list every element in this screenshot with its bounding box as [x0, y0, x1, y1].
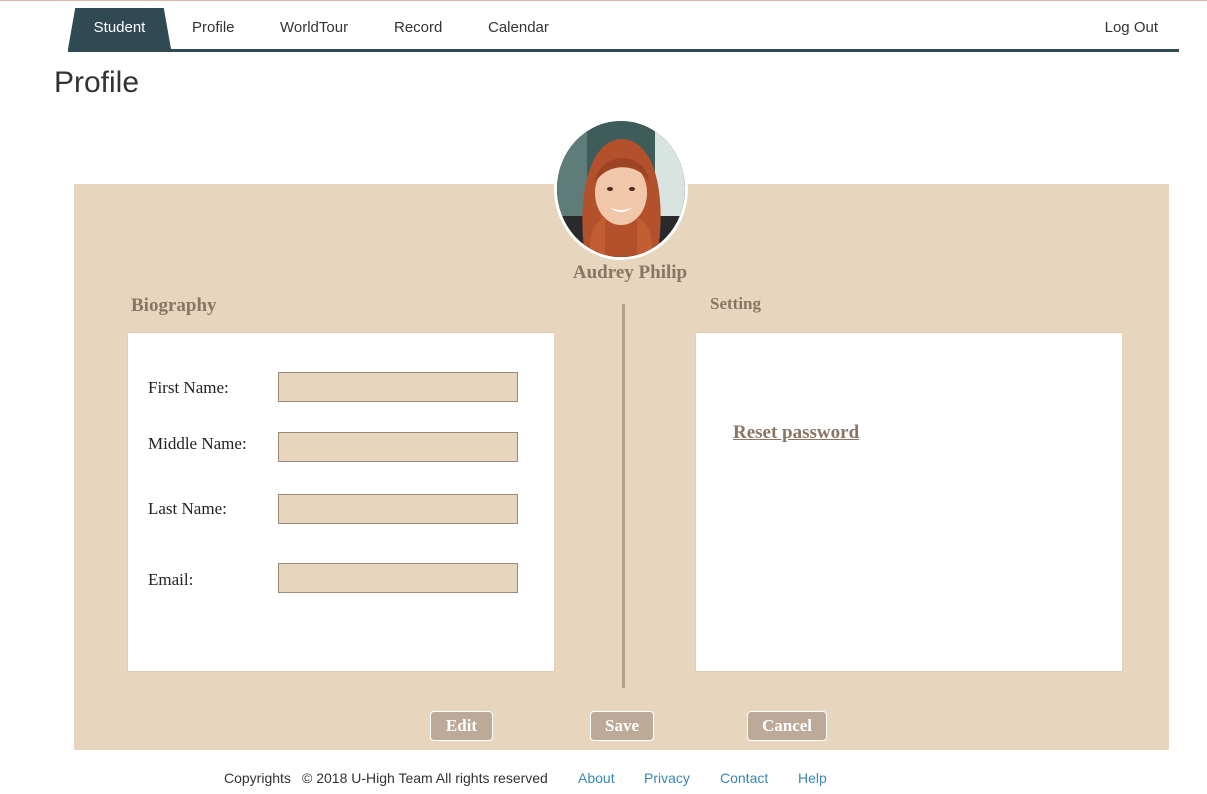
save-button[interactable]: Save: [590, 711, 654, 741]
avatar: [554, 118, 688, 260]
footer-copyright-text: © 2018 U-High Team All rights reserved: [302, 770, 548, 786]
last-name-label: Last Name:: [148, 499, 227, 518]
logout-link[interactable]: Log Out: [1105, 8, 1158, 49]
tab-student[interactable]: Student: [68, 8, 171, 49]
tab-worldtour[interactable]: WorldTour: [280, 8, 348, 49]
user-name: Audrey Philip: [572, 262, 688, 283]
biography-heading: Biography: [131, 295, 217, 316]
footer-link-about[interactable]: About: [578, 770, 615, 786]
section-divider: [622, 304, 625, 688]
first-name-label: First Name:: [148, 378, 229, 397]
tab-profile[interactable]: Profile: [192, 8, 235, 49]
email-field[interactable]: [278, 563, 518, 593]
setting-heading: Setting: [710, 294, 761, 313]
main-nav: Student Profile WorldTour Record Calenda…: [68, 8, 1179, 52]
middle-name-label: Middle Name:: [148, 434, 247, 453]
avatar-photo: [557, 121, 685, 257]
edit-button[interactable]: Edit: [430, 711, 493, 741]
middle-name-field[interactable]: [278, 432, 518, 462]
footer-copyright-label: Copyrights: [224, 770, 291, 786]
footer-link-privacy[interactable]: Privacy: [644, 770, 690, 786]
tab-calendar[interactable]: Calendar: [488, 8, 549, 49]
last-name-field[interactable]: [278, 494, 518, 524]
footer-link-help[interactable]: Help: [798, 770, 827, 786]
page-title: Profile: [54, 66, 140, 99]
footer-link-contact[interactable]: Contact: [720, 770, 768, 786]
cancel-button[interactable]: Cancel: [747, 711, 827, 741]
setting-card: [695, 332, 1123, 672]
first-name-field[interactable]: [278, 372, 518, 402]
reset-password-link[interactable]: Reset password: [733, 422, 859, 444]
top-border-line: [0, 0, 1207, 1]
tab-record[interactable]: Record: [394, 8, 442, 49]
email-label: Email:: [148, 570, 194, 589]
